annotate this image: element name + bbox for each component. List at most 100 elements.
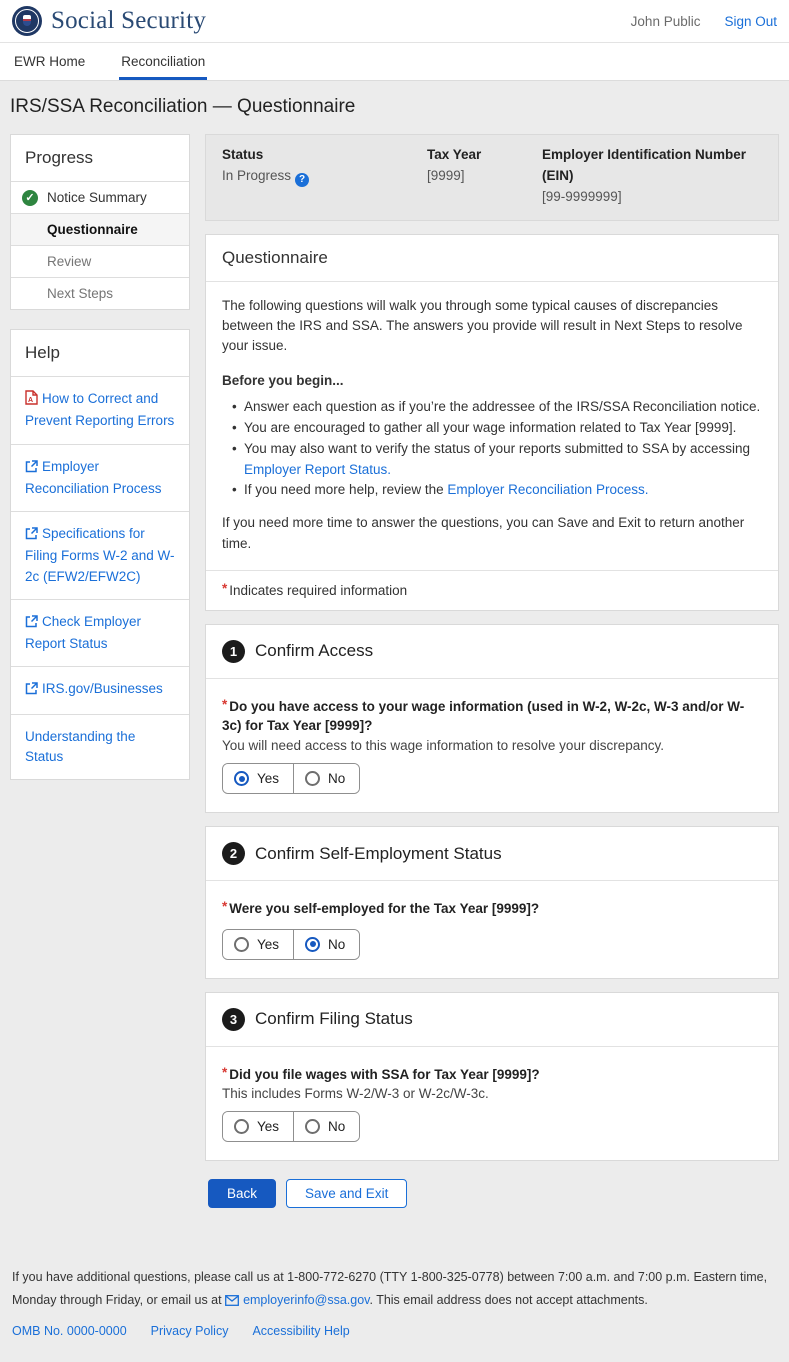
help-link-understanding-status[interactable]: Understanding the Status xyxy=(11,714,189,780)
required-note: Indicates required information xyxy=(229,583,407,598)
employer-reconciliation-process-link[interactable]: Employer Reconciliation Process. xyxy=(447,482,648,497)
help-card: Help AHow to Correct and Prevent Reporti… xyxy=(10,329,190,780)
help-link-reconciliation-process[interactable]: Employer Reconciliation Process xyxy=(11,444,189,512)
radio-label: No xyxy=(328,771,345,786)
save-note: If you need more time to answer the ques… xyxy=(222,513,762,554)
step-3-badge: 3 xyxy=(222,1008,245,1031)
external-link-icon xyxy=(25,459,38,479)
section-title: Confirm Filing Status xyxy=(255,1009,413,1029)
check-circle-icon: ✓ xyxy=(22,190,38,206)
help-link-label: Employer Reconciliation Process xyxy=(25,459,162,496)
tax-year-value: [9999] xyxy=(427,166,542,187)
footer-links: OMB No. 0000-0000 Privacy Policy Accessi… xyxy=(12,1320,777,1343)
help-link-specifications[interactable]: Specifications for Filing Forms W-2 and … xyxy=(11,511,189,599)
ssa-seal-icon xyxy=(12,6,42,36)
radio-label: Yes xyxy=(257,1119,279,1134)
primary-nav: EWR Home Reconciliation xyxy=(0,43,789,81)
ein-label: Employer Identification Number (EIN) xyxy=(542,145,762,187)
q2-radio-group: Yes No xyxy=(222,929,360,960)
radio-unselected-icon xyxy=(305,1119,320,1134)
nav-tab-ewr-home[interactable]: EWR Home xyxy=(12,45,87,80)
help-link-label: Specifications for Filing Forms W-2 and … xyxy=(25,526,175,584)
step-2-badge: 2 xyxy=(222,842,245,865)
omb-number-link[interactable]: OMB No. 0000-0000 xyxy=(12,1320,127,1343)
radio-label: No xyxy=(328,937,345,952)
section-title: Confirm Self-Employment Status xyxy=(255,844,502,864)
radio-unselected-icon xyxy=(305,771,320,786)
questionnaire-heading: Questionnaire xyxy=(206,235,778,282)
page-footer: If you have additional questions, please… xyxy=(10,1266,779,1343)
status-help-icon[interactable]: ? xyxy=(295,173,309,187)
page-content: IRS/SSA Reconciliation — Questionnaire P… xyxy=(0,81,789,1362)
nav-tab-reconciliation[interactable]: Reconciliation xyxy=(119,45,207,80)
q2-no-radio[interactable]: No xyxy=(293,930,359,959)
bullet-item: If you need more help, review the Employ… xyxy=(232,480,762,501)
questionnaire-card: Questionnaire The following questions wi… xyxy=(205,234,779,611)
privacy-policy-link[interactable]: Privacy Policy xyxy=(151,1320,229,1343)
form-actions: Back Save and Exit xyxy=(208,1179,779,1208)
email-link[interactable]: employerinfo@ssa.gov xyxy=(243,1293,369,1307)
progress-item-next-steps: Next Steps xyxy=(11,277,189,309)
user-name: John Public xyxy=(631,14,701,29)
footer-contact-text: If you have additional questions, please… xyxy=(12,1266,777,1314)
q3-yes-radio[interactable]: Yes xyxy=(223,1112,293,1141)
radio-unselected-icon xyxy=(234,937,249,952)
q1-radio-group: Yes No xyxy=(222,763,360,794)
employer-report-status-link[interactable]: Employer Report Status. xyxy=(244,462,391,477)
page-title: IRS/SSA Reconciliation — Questionnaire xyxy=(10,96,779,118)
q1-no-radio[interactable]: No xyxy=(293,764,359,793)
questionnaire-intro: The following questions will walk you th… xyxy=(222,296,762,357)
help-link-label: How to Correct and Prevent Reporting Err… xyxy=(25,391,174,428)
progress-title: Progress xyxy=(11,135,189,181)
status-label: Status xyxy=(222,145,427,166)
back-button[interactable]: Back xyxy=(208,1179,276,1208)
save-and-exit-button[interactable]: Save and Exit xyxy=(286,1179,407,1208)
progress-item-label: Next Steps xyxy=(47,286,113,301)
sign-out-link[interactable]: Sign Out xyxy=(724,14,777,29)
envelope-icon xyxy=(225,1291,239,1314)
external-link-icon xyxy=(25,681,38,701)
before-you-begin-heading: Before you begin... xyxy=(222,371,762,391)
step-1-badge: 1 xyxy=(222,640,245,663)
q3-no-radio[interactable]: No xyxy=(293,1112,359,1141)
help-link-label: Understanding the Status xyxy=(25,729,135,764)
svg-text:A: A xyxy=(28,397,33,404)
status-value: In Progress? xyxy=(222,166,427,187)
radio-label: Yes xyxy=(257,771,279,786)
bullet-item: Answer each question as if you’re the ad… xyxy=(232,397,762,418)
pdf-icon: A xyxy=(25,390,38,411)
accessibility-help-link[interactable]: Accessibility Help xyxy=(252,1320,349,1343)
before-you-begin-list: Answer each question as if you’re the ad… xyxy=(232,397,762,502)
brand-title: Social Security xyxy=(51,7,206,35)
required-asterisk: * xyxy=(222,581,227,596)
progress-item-notice-summary[interactable]: ✓ Notice Summary xyxy=(11,181,189,213)
help-title: Help xyxy=(11,330,189,376)
progress-item-questionnaire[interactable]: Questionnaire xyxy=(11,213,189,245)
q3-radio-group: Yes No xyxy=(222,1111,360,1142)
help-link-reporting-errors[interactable]: AHow to Correct and Prevent Reporting Er… xyxy=(11,376,189,444)
q1-yes-radio[interactable]: Yes xyxy=(223,764,293,793)
radio-selected-icon xyxy=(305,937,320,952)
radio-label: No xyxy=(328,1119,345,1134)
bullet-item: You may also want to verify the status o… xyxy=(232,439,762,481)
app-header: Social Security John Public Sign Out xyxy=(0,0,789,43)
progress-item-label: Questionnaire xyxy=(47,222,138,237)
external-link-icon xyxy=(25,614,38,634)
question-hint: This includes Forms W-2/W-3 or W-2c/W-3c… xyxy=(222,1086,762,1101)
external-link-icon xyxy=(25,526,38,546)
status-summary-bar: Status In Progress? Tax Year [9999] Empl… xyxy=(205,134,779,221)
required-note-row: *Indicates required information xyxy=(206,570,778,610)
ein-value: [99-9999999] xyxy=(542,187,762,208)
question-hint: You will need access to this wage inform… xyxy=(222,738,762,753)
radio-unselected-icon xyxy=(234,1119,249,1134)
radio-selected-icon xyxy=(234,771,249,786)
section-confirm-filing-status: 3 Confirm Filing Status *Did you file wa… xyxy=(205,992,779,1162)
question-text: *Were you self-employed for the Tax Year… xyxy=(222,897,762,919)
section-confirm-access: 1 Confirm Access *Do you have access to … xyxy=(205,624,779,813)
section-title: Confirm Access xyxy=(255,641,373,661)
help-link-check-report-status[interactable]: Check Employer Report Status xyxy=(11,599,189,667)
progress-item-review: Review xyxy=(11,245,189,277)
q2-yes-radio[interactable]: Yes xyxy=(223,930,293,959)
help-link-label: IRS.gov/Businesses xyxy=(42,681,163,696)
help-link-irs-businesses[interactable]: IRS.gov/Businesses xyxy=(11,666,189,713)
